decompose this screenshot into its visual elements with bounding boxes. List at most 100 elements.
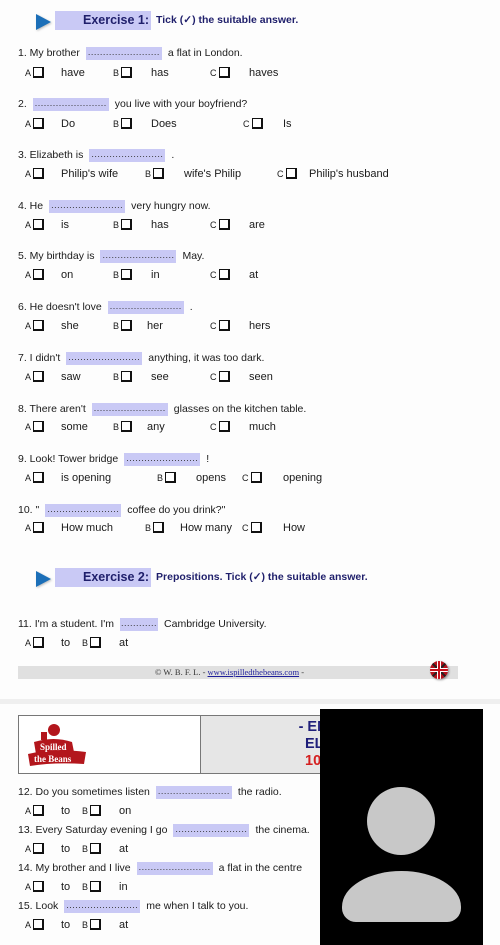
- option-c[interactable]: C: [242, 522, 262, 533]
- answer-blank[interactable]: ........................: [107, 300, 184, 314]
- checkbox-icon[interactable]: [121, 269, 133, 280]
- checkbox-icon[interactable]: [33, 219, 45, 230]
- option-a[interactable]: A: [25, 67, 45, 78]
- checkbox-icon[interactable]: [33, 637, 45, 648]
- option-a[interactable]: A: [25, 843, 45, 854]
- checkbox-icon[interactable]: [33, 919, 45, 930]
- option-c[interactable]: C: [210, 219, 230, 230]
- answer-blank[interactable]: ........................: [91, 402, 168, 416]
- option-a[interactable]: A: [25, 637, 45, 648]
- option-a[interactable]: A: [25, 371, 45, 382]
- option-a[interactable]: A: [25, 421, 45, 432]
- option-c[interactable]: C: [210, 320, 230, 331]
- answer-blank[interactable]: ........................: [85, 46, 162, 60]
- option-a[interactable]: A: [25, 269, 45, 280]
- checkbox-icon[interactable]: [33, 320, 45, 331]
- option-c[interactable]: C: [243, 118, 263, 129]
- option-a[interactable]: A: [25, 881, 45, 892]
- option-a[interactable]: A: [25, 320, 45, 331]
- answer-blank[interactable]: ........................: [155, 785, 232, 799]
- checkbox-icon[interactable]: [121, 67, 133, 78]
- checkbox-icon[interactable]: [250, 522, 262, 533]
- option-a[interactable]: A: [25, 919, 45, 930]
- option-c[interactable]: C: [277, 168, 297, 179]
- option-a[interactable]: A: [25, 219, 45, 230]
- question-exercise1-6: 6. He doesn't love......................…: [18, 300, 193, 314]
- checkbox-icon[interactable]: [33, 118, 45, 129]
- answer-blank[interactable]: ........................: [45, 503, 122, 517]
- answer-blank[interactable]: ........................: [66, 351, 143, 365]
- checkbox-icon[interactable]: [33, 269, 45, 280]
- checkbox-icon[interactable]: [121, 118, 133, 129]
- option-b[interactable]: B: [145, 168, 165, 179]
- checkbox-icon[interactable]: [153, 168, 165, 179]
- checkbox-icon[interactable]: [90, 805, 102, 816]
- option-a[interactable]: A: [25, 805, 45, 816]
- option-c[interactable]: C: [210, 269, 230, 280]
- answer-blank[interactable]: ........................: [124, 452, 201, 466]
- answer-blank[interactable]: ........................: [64, 899, 141, 913]
- answer-blank[interactable]: ........................: [173, 823, 250, 837]
- option-c[interactable]: C: [210, 67, 230, 78]
- checkbox-icon[interactable]: [33, 522, 45, 533]
- option-b[interactable]: B: [113, 320, 133, 331]
- answer-blank[interactable]: ............: [120, 617, 159, 631]
- option-b[interactable]: B: [82, 805, 102, 816]
- checkbox-icon[interactable]: [285, 168, 297, 179]
- checkbox-icon[interactable]: [218, 320, 230, 331]
- option-b[interactable]: B: [113, 269, 133, 280]
- checkbox-icon[interactable]: [165, 472, 177, 483]
- checkbox-icon[interactable]: [33, 881, 45, 892]
- answer-blank[interactable]: ........................: [32, 97, 109, 111]
- checkbox-icon[interactable]: [218, 269, 230, 280]
- checkbox-icon[interactable]: [33, 472, 45, 483]
- checkbox-icon[interactable]: [121, 371, 133, 382]
- answer-blank[interactable]: ........................: [49, 199, 126, 213]
- answer-blank[interactable]: ........................: [100, 249, 177, 263]
- checkbox-icon[interactable]: [153, 522, 165, 533]
- option-b[interactable]: B: [82, 919, 102, 930]
- checkbox-icon[interactable]: [90, 881, 102, 892]
- option-a[interactable]: A: [25, 168, 45, 179]
- answer-blank[interactable]: ........................: [136, 861, 213, 875]
- option-c[interactable]: C: [210, 371, 230, 382]
- option-b[interactable]: B: [113, 371, 133, 382]
- option-b[interactable]: B: [82, 843, 102, 854]
- option-b[interactable]: B: [113, 67, 133, 78]
- checkbox-icon[interactable]: [33, 168, 45, 179]
- checkbox-icon[interactable]: [121, 421, 133, 432]
- option-letter: B: [82, 881, 89, 892]
- checkbox-icon[interactable]: [218, 67, 230, 78]
- option-b[interactable]: B: [82, 637, 102, 648]
- checkbox-icon[interactable]: [90, 637, 102, 648]
- checkbox-icon[interactable]: [33, 805, 45, 816]
- option-b[interactable]: B: [145, 522, 165, 533]
- option-c[interactable]: C: [210, 421, 230, 432]
- checkbox-icon[interactable]: [33, 421, 45, 432]
- checkbox-icon[interactable]: [218, 219, 230, 230]
- option-b[interactable]: B: [113, 118, 133, 129]
- option-a[interactable]: A: [25, 472, 45, 483]
- option-b[interactable]: B: [82, 881, 102, 892]
- checkbox-icon[interactable]: [33, 843, 45, 854]
- checkbox-icon[interactable]: [33, 371, 45, 382]
- checkbox-icon[interactable]: [33, 67, 45, 78]
- option-b[interactable]: B: [113, 219, 133, 230]
- checkbox-icon[interactable]: [250, 472, 262, 483]
- checkbox-icon[interactable]: [90, 919, 102, 930]
- question-page2-2: 13. Every Saturday evening I go.........…: [18, 823, 310, 837]
- option-c[interactable]: C: [242, 472, 262, 483]
- checkbox-icon[interactable]: [218, 371, 230, 382]
- checkbox-icon[interactable]: [251, 118, 263, 129]
- footer-link[interactable]: www.ispilledthebeans.com: [208, 667, 300, 677]
- checkbox-icon[interactable]: [218, 421, 230, 432]
- option-b[interactable]: B: [113, 421, 133, 432]
- answer-blank[interactable]: ........................: [89, 148, 166, 162]
- checkbox-icon[interactable]: [90, 843, 102, 854]
- checkbox-icon[interactable]: [121, 219, 133, 230]
- option-a[interactable]: A: [25, 522, 45, 533]
- checkbox-icon[interactable]: [121, 320, 133, 331]
- video-call-tile[interactable]: [320, 709, 483, 945]
- option-a[interactable]: A: [25, 118, 45, 129]
- option-b[interactable]: B: [157, 472, 177, 483]
